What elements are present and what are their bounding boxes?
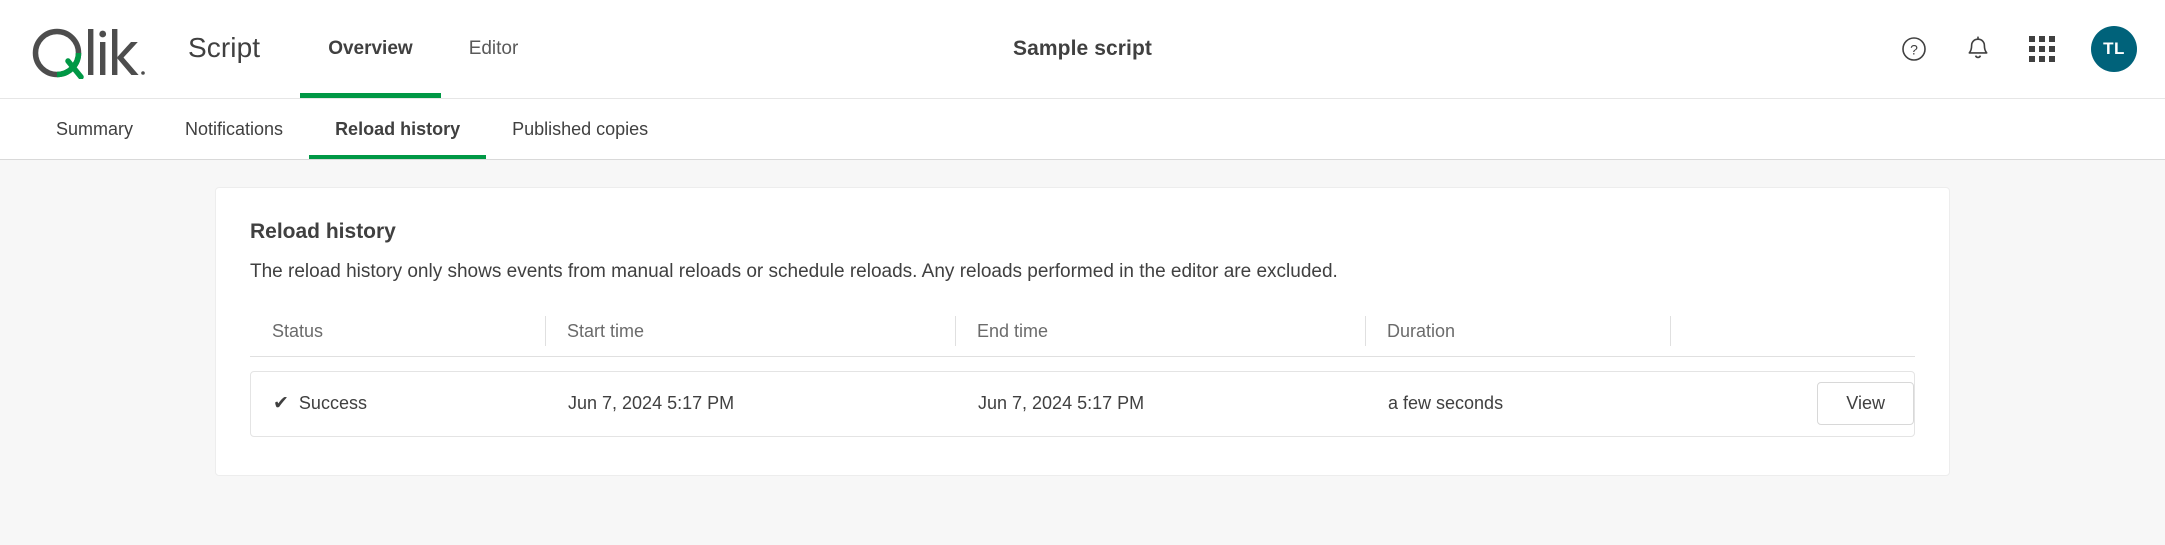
bell-icon[interactable] bbox=[1961, 32, 1995, 66]
cell-actions: View bbox=[1671, 381, 1914, 426]
app-launcher-icon[interactable] bbox=[2025, 32, 2059, 66]
cell-duration: a few seconds bbox=[1388, 393, 1504, 414]
status-label: Success bbox=[298, 393, 367, 414]
top-bar: Script Overview Editor Sample script ? T… bbox=[0, 0, 2165, 98]
column-header-end-time: End time bbox=[955, 315, 1365, 356]
reload-history-table: Status Start time End time Duration ✔ Su… bbox=[250, 315, 1915, 437]
card-title: Reload history bbox=[250, 220, 396, 243]
app-name: Script bbox=[188, 32, 261, 63]
nav-item-editor-label: Editor bbox=[468, 38, 519, 59]
top-bar-actions: ? TL bbox=[1897, 26, 2137, 72]
grid-dots bbox=[2029, 36, 2055, 62]
column-header-duration: Duration bbox=[1365, 315, 1670, 356]
main-nav: Overview Editor bbox=[300, 0, 546, 98]
column-header-status: Status bbox=[272, 320, 324, 341]
table-row[interactable]: ✔ Success Jun 7, 2024 5:17 PM Jun 7, 202… bbox=[250, 370, 1915, 437]
column-header-start-time: Start time bbox=[545, 315, 955, 356]
table-header-row: Status Start time End time Duration bbox=[250, 315, 1915, 357]
svg-text:?: ? bbox=[1910, 42, 1918, 58]
view-button[interactable]: View bbox=[1817, 381, 1914, 426]
tab-reload-history[interactable]: Reload history bbox=[309, 99, 487, 159]
tab-published-copies[interactable]: Published copies bbox=[486, 99, 674, 159]
tab-notifications-label: Notifications bbox=[185, 118, 284, 139]
cell-start-time: Jun 7, 2024 5:17 PM bbox=[568, 393, 735, 414]
content-area: Reload history The reload history only s… bbox=[0, 160, 2165, 545]
nav-item-editor[interactable]: Editor bbox=[441, 0, 547, 98]
qlik-logo[interactable] bbox=[30, 19, 146, 79]
tab-summary-label: Summary bbox=[56, 118, 134, 139]
nav-item-overview[interactable]: Overview bbox=[300, 0, 441, 98]
tab-summary[interactable]: Summary bbox=[30, 99, 159, 159]
tab-notifications[interactable]: Notifications bbox=[159, 99, 309, 159]
avatar-initials: TL bbox=[2103, 39, 2125, 58]
tab-published-copies-label: Published copies bbox=[512, 118, 649, 139]
nav-item-overview-label: Overview bbox=[328, 38, 413, 59]
tab-reload-history-label: Reload history bbox=[335, 118, 461, 139]
check-icon: ✔ bbox=[273, 393, 289, 415]
cell-end-time: Jun 7, 2024 5:17 PM bbox=[978, 393, 1145, 414]
help-icon[interactable]: ? bbox=[1897, 32, 1931, 66]
column-header-actions bbox=[1670, 315, 1915, 356]
avatar[interactable]: TL bbox=[2091, 26, 2137, 72]
page-title-label: Sample script bbox=[1012, 37, 1153, 60]
reload-history-card: Reload history The reload history only s… bbox=[215, 187, 1950, 476]
sub-tab-bar: Summary Notifications Reload history Pub… bbox=[0, 98, 2165, 160]
cell-status: ✔ Success bbox=[251, 393, 546, 414]
card-description: The reload history only shows events fro… bbox=[250, 261, 1338, 282]
